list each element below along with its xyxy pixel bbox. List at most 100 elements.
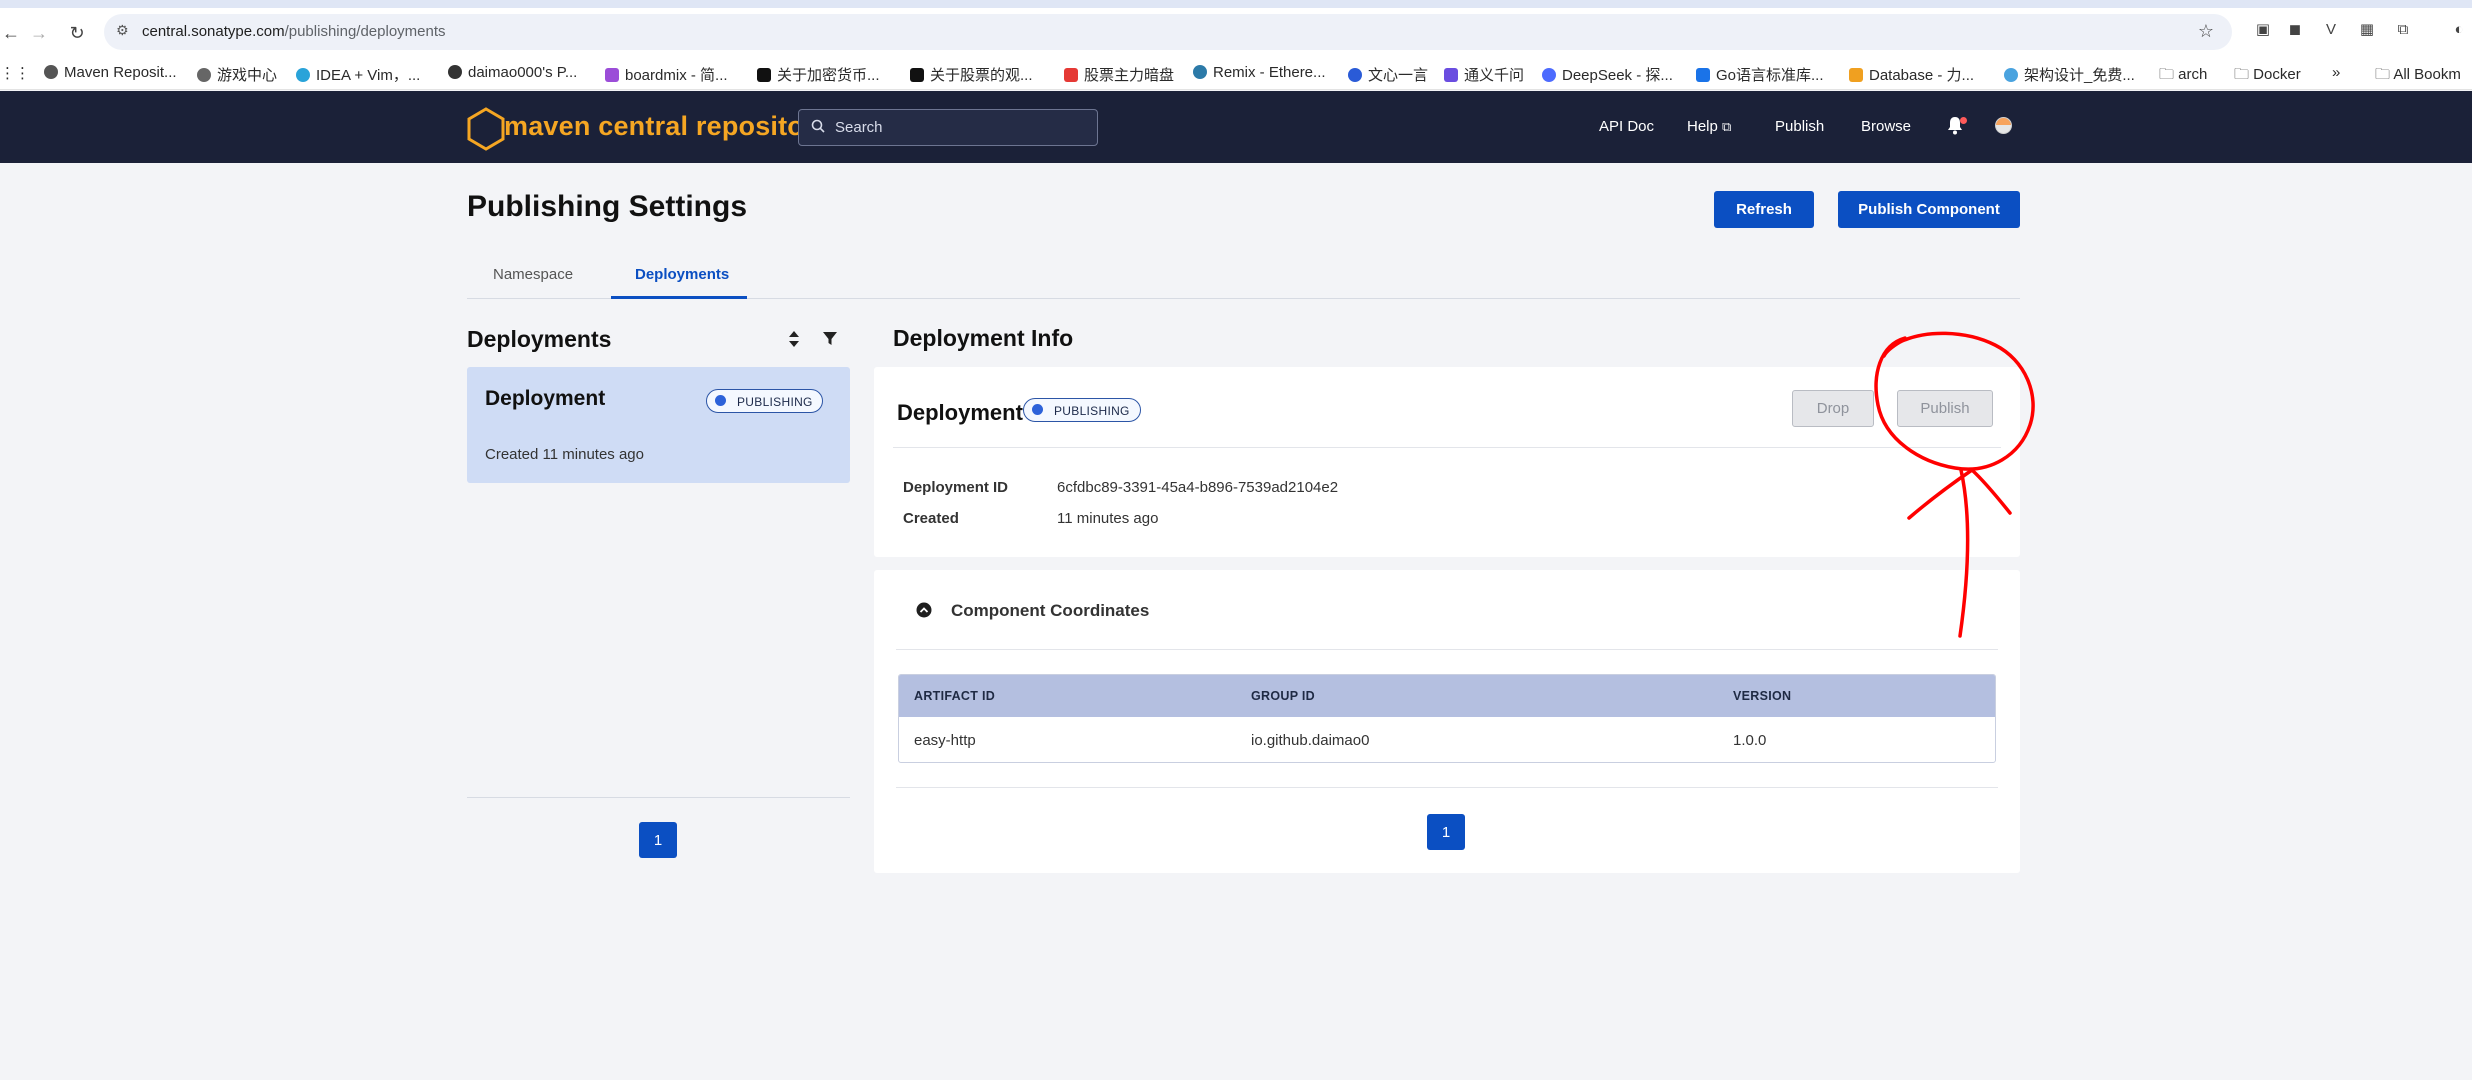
nav-help[interactable]: Help ⧉ (1687, 118, 1731, 135)
divider (893, 447, 2001, 448)
bookmarks-overflow[interactable]: » (2332, 64, 2340, 81)
coordinates-table: ARTIFACT ID GROUP ID VERSION easy-http i… (898, 674, 1996, 763)
reload-icon[interactable]: ↻ (66, 22, 88, 44)
bookmark-item[interactable]: 通义千问 (1444, 64, 1524, 85)
collapse-icon[interactable] (916, 602, 932, 618)
status-badge-label: PUBLISHING (1054, 404, 1130, 418)
bookmark-favicon-icon (1849, 68, 1863, 82)
bookmark-label: Maven Reposit... (64, 64, 177, 81)
bookmark-label: 关于股票的观... (930, 67, 1033, 84)
notification-dot (1960, 117, 1967, 124)
bookmark-favicon-icon (1193, 65, 1207, 79)
bookmark-label: 架构设计_免费... (2024, 67, 2135, 84)
bookmark-favicon-icon (1444, 68, 1458, 82)
bookmark-item[interactable]: boardmix - 简... (605, 64, 728, 85)
profile-icon[interactable]: ◐ (2450, 21, 2468, 39)
version-cell: 1.0.0 (1733, 732, 1767, 749)
tab-namespace[interactable]: Namespace (493, 266, 573, 283)
bookmark-label: Docker (2253, 66, 2301, 83)
refresh-button[interactable]: Refresh (1714, 191, 1814, 228)
column-header-group-id: GROUP ID (1251, 689, 1315, 703)
bookmark-item[interactable]: 架构设计_免费... (2004, 64, 2135, 85)
nav-api-doc[interactable]: API Doc (1599, 118, 1654, 135)
bookmark-favicon-icon (1542, 68, 1556, 82)
maven-hexagon-icon (467, 107, 505, 151)
bookmark-item[interactable]: Maven Reposit... (44, 64, 177, 81)
site-info-icon[interactable]: ⚙ (116, 22, 129, 39)
search-placeholder: Search (835, 119, 883, 136)
bookmark-item[interactable]: 股票主力暗盘 (1064, 64, 1174, 85)
bookmark-item[interactable]: 文心一言 (1348, 64, 1428, 85)
search-input[interactable]: Search (798, 109, 1098, 146)
bookmark-favicon-icon (605, 68, 619, 82)
bookmark-label: arch (2178, 66, 2208, 83)
bookmark-favicon-icon (197, 68, 211, 82)
bookmark-favicon-icon (910, 68, 924, 82)
bookmark-folder[interactable]: 🗀 arch (2159, 64, 2207, 89)
extension-icon[interactable]: V (2322, 21, 2340, 39)
browser-toolbar: ← → ↻ ⚙ central.sonatype.com/publishing/… (0, 8, 2472, 56)
nav-publish[interactable]: Publish (1775, 118, 1824, 135)
forward-icon[interactable]: → (28, 22, 50, 44)
status-badge: PUBLISHING (706, 389, 823, 413)
bookmark-item[interactable]: 关于股票的观... (910, 64, 1033, 85)
created-label: Created (903, 510, 959, 527)
bookmark-favicon-icon (757, 68, 771, 82)
address-bar[interactable]: ⚙ central.sonatype.com/publishing/deploy… (104, 14, 2232, 50)
drop-button[interactable]: Drop (1792, 390, 1874, 427)
deployment-name: Deployment (897, 400, 1023, 425)
bookmark-item[interactable]: daimao000's P... (448, 64, 577, 81)
bookmark-label: DeepSeek - 探... (1562, 67, 1673, 84)
url-path: /publishing/deployments (284, 23, 446, 40)
user-avatar[interactable] (1995, 117, 2012, 134)
back-icon[interactable]: ← (0, 22, 22, 44)
tab-deployments[interactable]: Deployments (635, 266, 729, 283)
bookmark-item[interactable]: Go语言标准库... (1696, 64, 1824, 85)
deployment-list-item[interactable]: Deployment PUBLISHING Created 11 minutes… (467, 367, 850, 483)
bookmark-favicon-icon (1348, 68, 1362, 82)
nav-browse[interactable]: Browse (1861, 118, 1911, 135)
bookmark-label: 文心一言 (1368, 67, 1429, 84)
bookmark-folder[interactable]: 🗀 Docker (2234, 64, 2301, 89)
extension-icon[interactable]: ◼ (2286, 21, 2304, 39)
deployment-info-title: Deployment Info (893, 325, 1074, 351)
component-coordinates-title[interactable]: Component Coordinates (951, 601, 1149, 621)
sort-icon[interactable] (788, 330, 800, 348)
deployment-created: Created 11 minutes ago (485, 446, 644, 463)
bookmark-item[interactable]: Database - 力... (1849, 64, 1974, 85)
publish-component-button[interactable]: Publish Component (1838, 191, 2020, 228)
status-badge: PUBLISHING (1023, 398, 1141, 422)
folder-icon: 🗀 (2159, 66, 2179, 83)
status-badge-label: PUBLISHING (737, 395, 813, 409)
bookmark-label: daimao000's P... (468, 64, 578, 81)
divider (467, 797, 850, 798)
bookmark-favicon-icon (44, 65, 58, 79)
bookmark-label: Remix - Ethere... (1213, 64, 1326, 81)
bookmark-star-icon[interactable]: ☆ (2198, 21, 2214, 42)
filter-icon[interactable] (822, 330, 838, 346)
extensions-puzzle-icon[interactable]: ⧉ (2394, 21, 2412, 39)
bookmark-item[interactable]: Remix - Ethere... (1193, 64, 1326, 81)
extension-icon[interactable]: ▦ (2358, 21, 2376, 39)
bookmark-label: 通义千问 (1464, 67, 1525, 84)
browser-tab-strip (0, 0, 2472, 8)
pagination-page-button[interactable]: 1 (639, 822, 677, 858)
all-bookmarks-folder[interactable]: 🗀 All Bookm (2375, 64, 2461, 89)
deployment-id-value: 6cfdbc89-3391-45a4-b896-7539ad2104e2 (1057, 479, 1339, 496)
status-dot-icon (1032, 404, 1043, 415)
extension-icon[interactable]: ▣ (2254, 21, 2272, 39)
component-coordinates-card: Component Coordinates ARTIFACT ID GROUP … (874, 570, 2020, 873)
publish-button[interactable]: Publish (1897, 390, 1993, 427)
apps-icon[interactable]: ⋮⋮ (0, 64, 30, 82)
bookmark-item[interactable]: DeepSeek - 探... (1542, 64, 1673, 85)
bookmark-label: IDEA + Vim，... (316, 67, 421, 84)
group-id-cell: io.github.daimao0 (1251, 732, 1370, 749)
nav-help-label: Help (1687, 118, 1718, 135)
pagination-page-button[interactable]: 1 (1427, 814, 1465, 850)
tab-bar: Namespace Deployments (467, 252, 2020, 299)
column-header-artifact-id: ARTIFACT ID (914, 689, 996, 703)
bookmark-item[interactable]: IDEA + Vim，... (296, 64, 420, 85)
bookmark-item[interactable]: 关于加密货币... (757, 64, 880, 85)
bookmark-item[interactable]: 游戏中心 (197, 64, 277, 85)
bookmark-favicon-icon (1696, 68, 1710, 82)
